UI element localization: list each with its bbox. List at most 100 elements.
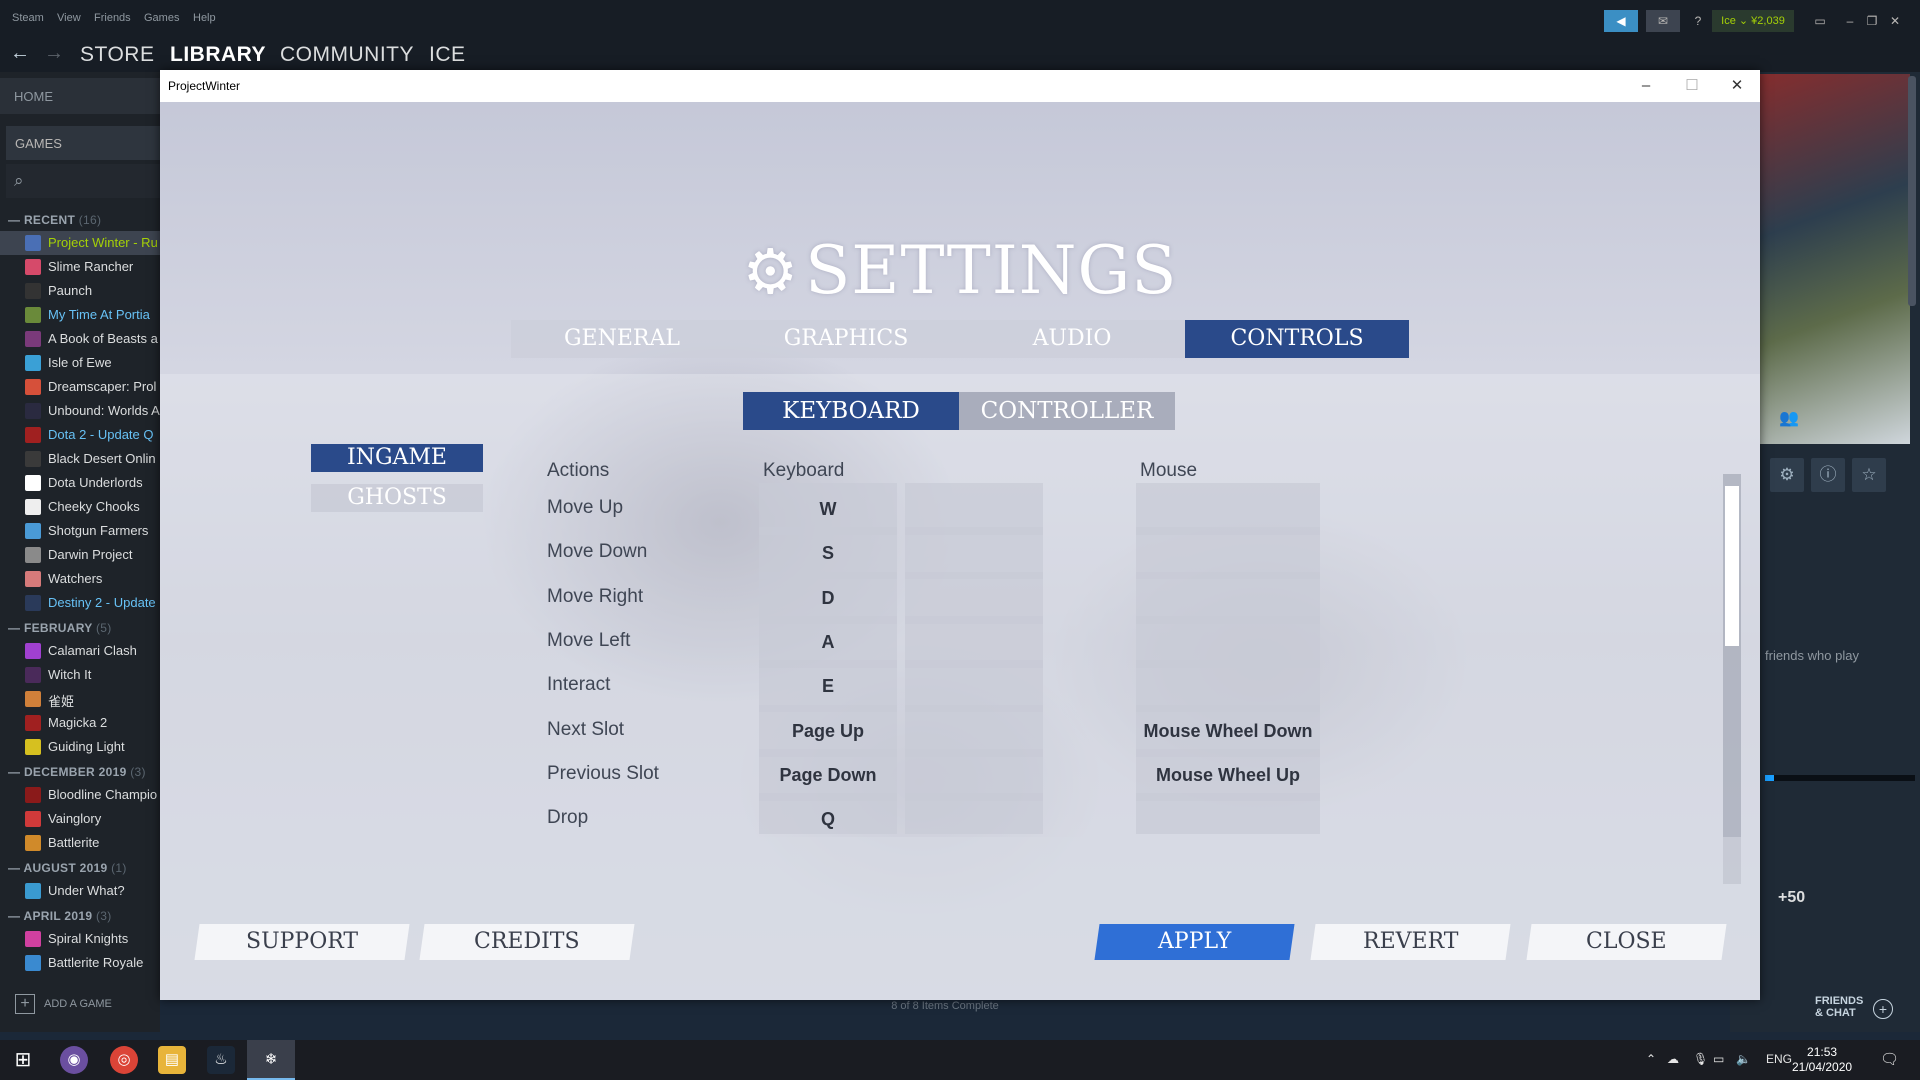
tab-graphics[interactable]: GRAPHICS [733, 320, 959, 358]
game-list-item[interactable]: Spiral Knights [0, 927, 160, 951]
game-icon [25, 307, 41, 323]
file-explorer-icon[interactable]: ▤ [158, 1046, 186, 1074]
nav-community[interactable]: COMMUNITY [280, 43, 414, 67]
game-list-item[interactable]: My Time At Portia [0, 303, 160, 327]
window-maximize-button[interactable]: ☐ [1670, 74, 1714, 98]
game-list-item[interactable]: Project Winter - Ru [0, 231, 160, 255]
window-minimize-button[interactable]: – [1624, 74, 1668, 98]
forward-arrow-icon[interactable]: → [44, 42, 64, 65]
game-list-item[interactable]: Magicka 2 [0, 711, 160, 735]
menu-games[interactable]: Games [144, 12, 179, 24]
account-menu[interactable]: Ice ⌄ ¥2,039 [1712, 10, 1794, 32]
onedrive-icon[interactable]: ☁ [1667, 1052, 1679, 1066]
nav-library[interactable]: LIBRARY [170, 43, 266, 67]
project-winter-taskbar-icon[interactable]: ❄ [247, 1040, 295, 1080]
menu-friends[interactable]: Friends [94, 12, 131, 24]
game-list-item[interactable]: Under What? [0, 879, 160, 903]
close-button[interactable]: CLOSE [1526, 924, 1727, 960]
credits-button[interactable]: CREDITS [419, 924, 635, 960]
game-list-item[interactable]: Dota 2 - Update Q [0, 423, 160, 447]
game-list-item[interactable]: Unbound: Worlds A [0, 399, 160, 423]
bindings-scrollbar[interactable] [1723, 474, 1741, 884]
apply-button[interactable]: APPLY [1094, 924, 1295, 960]
back-arrow-icon[interactable]: ← [10, 42, 30, 65]
library-search[interactable]: ⌕ [6, 164, 160, 198]
game-list-item[interactable]: Isle of Ewe [0, 351, 160, 375]
game-title: Destiny 2 - Update [48, 595, 156, 610]
game-list-item[interactable]: Black Desert Onlin [0, 447, 160, 471]
alt-key-binding[interactable] [905, 793, 1043, 834]
game-list-item[interactable]: Slime Rancher [0, 255, 160, 279]
steam-restore-button[interactable]: ❐ [1862, 10, 1882, 32]
volume-icon[interactable]: 🔈 [1736, 1052, 1751, 1066]
window-close-button[interactable]: ✕ [1715, 74, 1759, 98]
language-indicator[interactable]: ENG [1766, 1052, 1792, 1066]
game-icon [25, 523, 41, 539]
game-list-item[interactable]: Calamari Clash [0, 639, 160, 663]
game-list-item[interactable]: Darwin Project [0, 543, 160, 567]
steam-minimize-button[interactable]: – [1840, 10, 1860, 32]
games-filter[interactable]: GAMES [6, 126, 160, 160]
game-list-item[interactable]: Bloodline Champio [0, 783, 160, 807]
menu-steam[interactable]: Steam [12, 12, 44, 24]
nav-user[interactable]: ICE [429, 43, 466, 67]
game-list-item[interactable]: Dreamscaper: Prol [0, 375, 160, 399]
tab-controls[interactable]: CONTROLS [1185, 320, 1409, 358]
category-header[interactable]: — AUGUST 2019 (1) [0, 855, 160, 879]
mouse-binding[interactable] [1136, 793, 1320, 834]
add-game-button[interactable]: + ADD A GAME [0, 984, 160, 1024]
menu-help[interactable]: Help [193, 12, 216, 24]
category-header[interactable]: — DECEMBER 2019 (3) [0, 759, 160, 783]
download-progress-fill [1765, 775, 1774, 781]
game-list-item[interactable]: 雀姫 [0, 687, 160, 711]
game-list-item[interactable]: Shotgun Farmers [0, 519, 160, 543]
notification-icon[interactable]: ✉ [1646, 10, 1680, 32]
subtab-controller[interactable]: CONTROLLER [959, 392, 1175, 430]
game-list-item[interactable]: Witch It [0, 663, 160, 687]
system-clock[interactable]: 21:53 21/04/2020 [1792, 1045, 1852, 1075]
network-icon[interactable]: ▭ [1713, 1052, 1724, 1066]
screenshot-icon[interactable]: ▭ [1808, 10, 1832, 32]
game-list-item[interactable]: Vainglory [0, 807, 160, 831]
help-icon[interactable]: ? [1688, 10, 1708, 32]
info-icon[interactable]: ⓘ [1811, 458, 1845, 492]
steam-close-button[interactable]: ✕ [1885, 10, 1905, 32]
chrome-icon[interactable]: ◎ [110, 1046, 138, 1074]
windows-start-icon[interactable]: ⊞ [9, 1046, 37, 1074]
announcement-icon[interactable]: ◀ [1604, 10, 1638, 32]
game-list-item[interactable]: Paunch [0, 279, 160, 303]
category-header[interactable]: — FEBRUARY (5) [0, 615, 160, 639]
game-list-item[interactable]: Watchers [0, 567, 160, 591]
friends-chat-button[interactable]: FRIENDS & CHAT [1815, 995, 1863, 1019]
tray-chevron-icon[interactable]: ⌃ [1646, 1052, 1656, 1066]
library-home[interactable]: HOME [0, 78, 160, 114]
game-list-item[interactable]: Battlerite Royale [0, 951, 160, 975]
nav-store[interactable]: STORE [80, 43, 154, 67]
category-header[interactable]: — APRIL 2019 (3) [0, 903, 160, 927]
game-list-item[interactable]: Cheeky Chooks [0, 495, 160, 519]
notifications-icon[interactable]: 🗨 [1880, 1050, 1899, 1068]
game-list-item[interactable]: Guiding Light [0, 735, 160, 759]
game-list-item[interactable]: Battlerite [0, 831, 160, 855]
gear-icon[interactable]: ⚙ [1770, 458, 1804, 492]
tab-general[interactable]: GENERAL [511, 320, 733, 358]
primary-key-binding[interactable]: Q [759, 793, 897, 834]
favorite-star-icon[interactable]: ☆ [1852, 458, 1886, 492]
game-list-item[interactable]: Destiny 2 - Update [0, 591, 160, 615]
microphone-icon[interactable]: 🎙 [1693, 1052, 1708, 1066]
subtab-keyboard[interactable]: KEYBOARD [743, 392, 959, 430]
category-header[interactable]: — RECENT (16) [0, 207, 160, 231]
game-list-item[interactable]: Dota Underlords [0, 471, 160, 495]
tab-audio[interactable]: AUDIO [959, 320, 1185, 358]
game-list-item[interactable]: A Book of Beasts a [0, 327, 160, 351]
app-icon-1[interactable]: ◉ [60, 1046, 88, 1074]
steam-scrollbar[interactable] [1908, 76, 1916, 306]
revert-button[interactable]: REVERT [1310, 924, 1511, 960]
download-status[interactable]: 8 of 8 Items Complete [160, 1000, 1730, 1012]
steam-icon[interactable]: ♨ [207, 1046, 235, 1074]
scrollbar-thumb[interactable] [1725, 486, 1739, 646]
add-friend-icon[interactable]: + [1873, 999, 1893, 1019]
menu-view[interactable]: View [57, 12, 81, 24]
window-titlebar[interactable]: ProjectWinter – ☐ ✕ [160, 70, 1760, 102]
support-button[interactable]: SUPPORT [194, 924, 410, 960]
